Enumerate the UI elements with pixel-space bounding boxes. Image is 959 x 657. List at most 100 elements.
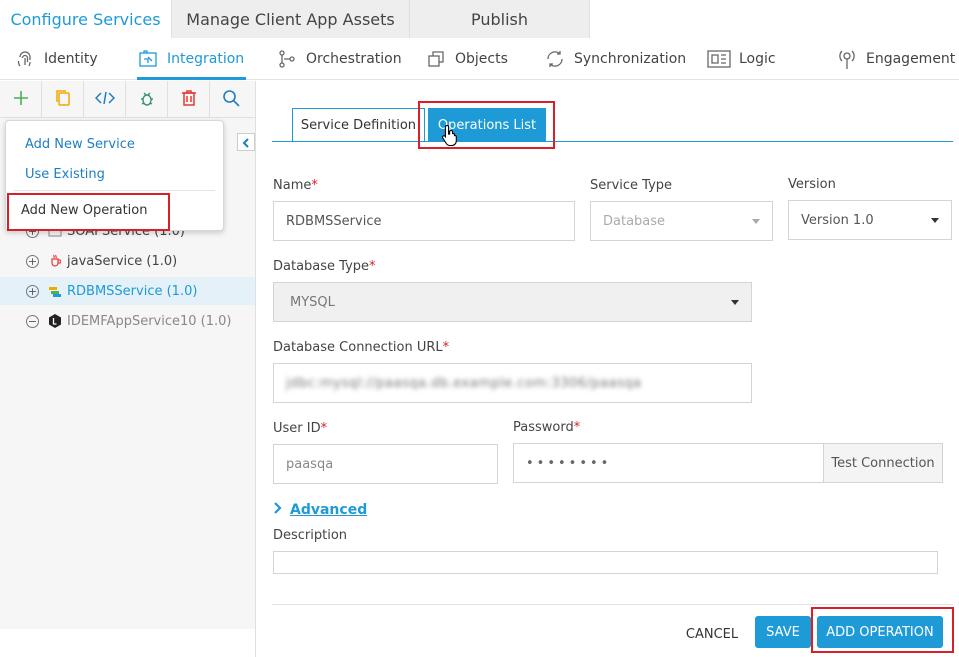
name-input[interactable]: RDBMSService <box>273 201 575 241</box>
integration-icon <box>137 48 159 70</box>
search-icon <box>222 89 240 111</box>
nav-label: Logic <box>739 51 776 67</box>
menu-use-existing[interactable]: Use Existing <box>25 167 105 182</box>
name-label: Name* <box>273 178 318 193</box>
expand-icon: + <box>26 254 39 268</box>
tab-service-definition[interactable]: Service Definition <box>292 108 425 142</box>
button-label: ADD OPERATION <box>826 624 934 640</box>
menu-add-new-operation[interactable]: Add New Operation <box>21 203 147 218</box>
nav-integration[interactable]: Integration <box>137 38 247 80</box>
tree-item-label: RDBMSService (1.0) <box>67 283 198 299</box>
database-type-label: Database Type* <box>273 259 376 274</box>
db-url-input[interactable]: jdbc:mysql://paasqa.db.example.com:3306/… <box>273 363 752 403</box>
top-tab-spacer <box>590 0 959 38</box>
required-marker: * <box>311 178 318 193</box>
copy-icon <box>55 89 71 111</box>
tab-publish[interactable]: Publish <box>410 0 590 38</box>
chevron-right-icon <box>273 502 282 518</box>
advanced-label: Advanced <box>290 502 368 518</box>
delete-button[interactable] <box>168 81 210 118</box>
user-id-input[interactable]: paasqa <box>273 444 498 484</box>
tab-manage-client-app-assets[interactable]: Manage Client App Assets <box>172 0 410 38</box>
button-label: Test Connection <box>831 455 935 471</box>
collapse-panel-button[interactable] <box>237 133 255 151</box>
tree-item-idemfappservice10[interactable]: − IDEMFAppService10 (1.0) <box>26 309 232 333</box>
tab-label: Configure Services <box>10 9 161 29</box>
nav-label: Synchronization <box>574 51 687 67</box>
password-label: Password* <box>513 420 580 435</box>
label-text: Service Type <box>590 178 673 193</box>
input-value: •••••••• <box>526 455 612 471</box>
button-label: SAVE <box>766 624 800 640</box>
chevron-down-icon <box>752 219 760 224</box>
version-select[interactable]: Version 1.0 <box>788 200 952 240</box>
objects-icon <box>425 48 447 70</box>
select-value: Database <box>603 213 666 229</box>
fingerprint-icon <box>14 48 36 70</box>
tab-configure-services[interactable]: Configure Services <box>0 0 172 38</box>
label-text: Name <box>273 178 312 193</box>
bug-icon <box>138 89 156 111</box>
tab-label: Publish <box>470 9 529 29</box>
required-marker: * <box>442 340 450 355</box>
top-tab-bar: Configure Services Manage Client App Ass… <box>0 0 959 38</box>
java-icon <box>48 254 62 268</box>
sync-icon <box>544 48 566 70</box>
chevron-left-icon <box>242 133 250 152</box>
menu-add-new-service[interactable]: Add New Service <box>25 137 135 152</box>
engagement-icon <box>836 48 858 70</box>
description-label: Description <box>273 528 347 543</box>
nav-orchestration[interactable]: Orchestration <box>276 38 402 80</box>
advanced-toggle[interactable]: Advanced <box>273 502 367 518</box>
chevron-down-icon <box>731 300 739 305</box>
logic-icon <box>707 48 731 70</box>
expand-icon: + <box>26 284 39 298</box>
nav-logic[interactable]: Logic <box>707 38 776 80</box>
plus-icon <box>13 90 29 110</box>
nav-identity[interactable]: Identity <box>14 38 98 80</box>
tab-label: Service Definition <box>300 118 417 133</box>
button-label: CANCEL <box>685 626 739 642</box>
label-text: Version <box>788 177 836 192</box>
service-type-select[interactable]: Database <box>590 201 773 241</box>
label-text: User ID <box>273 421 321 436</box>
label-text: Database Connection URL <box>273 340 443 355</box>
nav-objects[interactable]: Objects <box>425 38 508 80</box>
input-value: RDBMSService <box>286 213 382 229</box>
footer-divider <box>272 604 953 605</box>
service-type-nav: Identity Integration Orchestration Objec… <box>0 38 959 80</box>
user-id-label: User ID* <box>273 421 327 436</box>
copy-button[interactable] <box>42 81 84 118</box>
description-input[interactable] <box>273 551 938 574</box>
cancel-button[interactable]: CANCEL <box>678 618 746 650</box>
db-url-label: Database Connection URL* <box>273 340 449 355</box>
app-service-icon <box>48 314 62 328</box>
code-icon <box>94 90 115 109</box>
password-input[interactable]: •••••••• <box>513 443 824 483</box>
select-value: MYSQL <box>290 294 335 310</box>
hand-cursor-icon <box>441 124 459 150</box>
nav-label: Orchestration <box>306 51 402 67</box>
version-label: Version <box>788 177 836 192</box>
tree-item-label: IDEMFAppService10 (1.0) <box>67 313 232 329</box>
database-type-select[interactable]: MYSQL <box>273 282 752 322</box>
tree-item-javaservice[interactable]: + javaService (1.0) <box>26 249 177 273</box>
debug-button[interactable] <box>126 81 168 118</box>
add-button[interactable] <box>0 81 42 118</box>
orchestration-icon <box>276 48 298 70</box>
nav-synchronization[interactable]: Synchronization <box>544 38 686 80</box>
test-connection-button[interactable]: Test Connection <box>823 443 943 483</box>
nav-label: Engagement <box>866 51 956 67</box>
save-button[interactable]: SAVE <box>755 616 811 648</box>
select-value: Version 1.0 <box>801 212 874 228</box>
tree-item-rdbmsservice[interactable]: + RDBMSService (1.0) <box>26 279 197 303</box>
service-type-label: Service Type <box>590 178 672 193</box>
tree-toolbar <box>0 81 255 118</box>
add-operation-button[interactable]: ADD OPERATION <box>817 616 943 648</box>
nav-engagement[interactable]: Engagement <box>836 38 955 80</box>
search-button[interactable] <box>210 81 252 118</box>
required-marker: * <box>573 420 581 435</box>
menu-divider <box>14 190 215 191</box>
add-menu-dropdown: Add New Service Use Existing Add New Ope… <box>5 120 224 231</box>
code-button[interactable] <box>84 81 126 118</box>
